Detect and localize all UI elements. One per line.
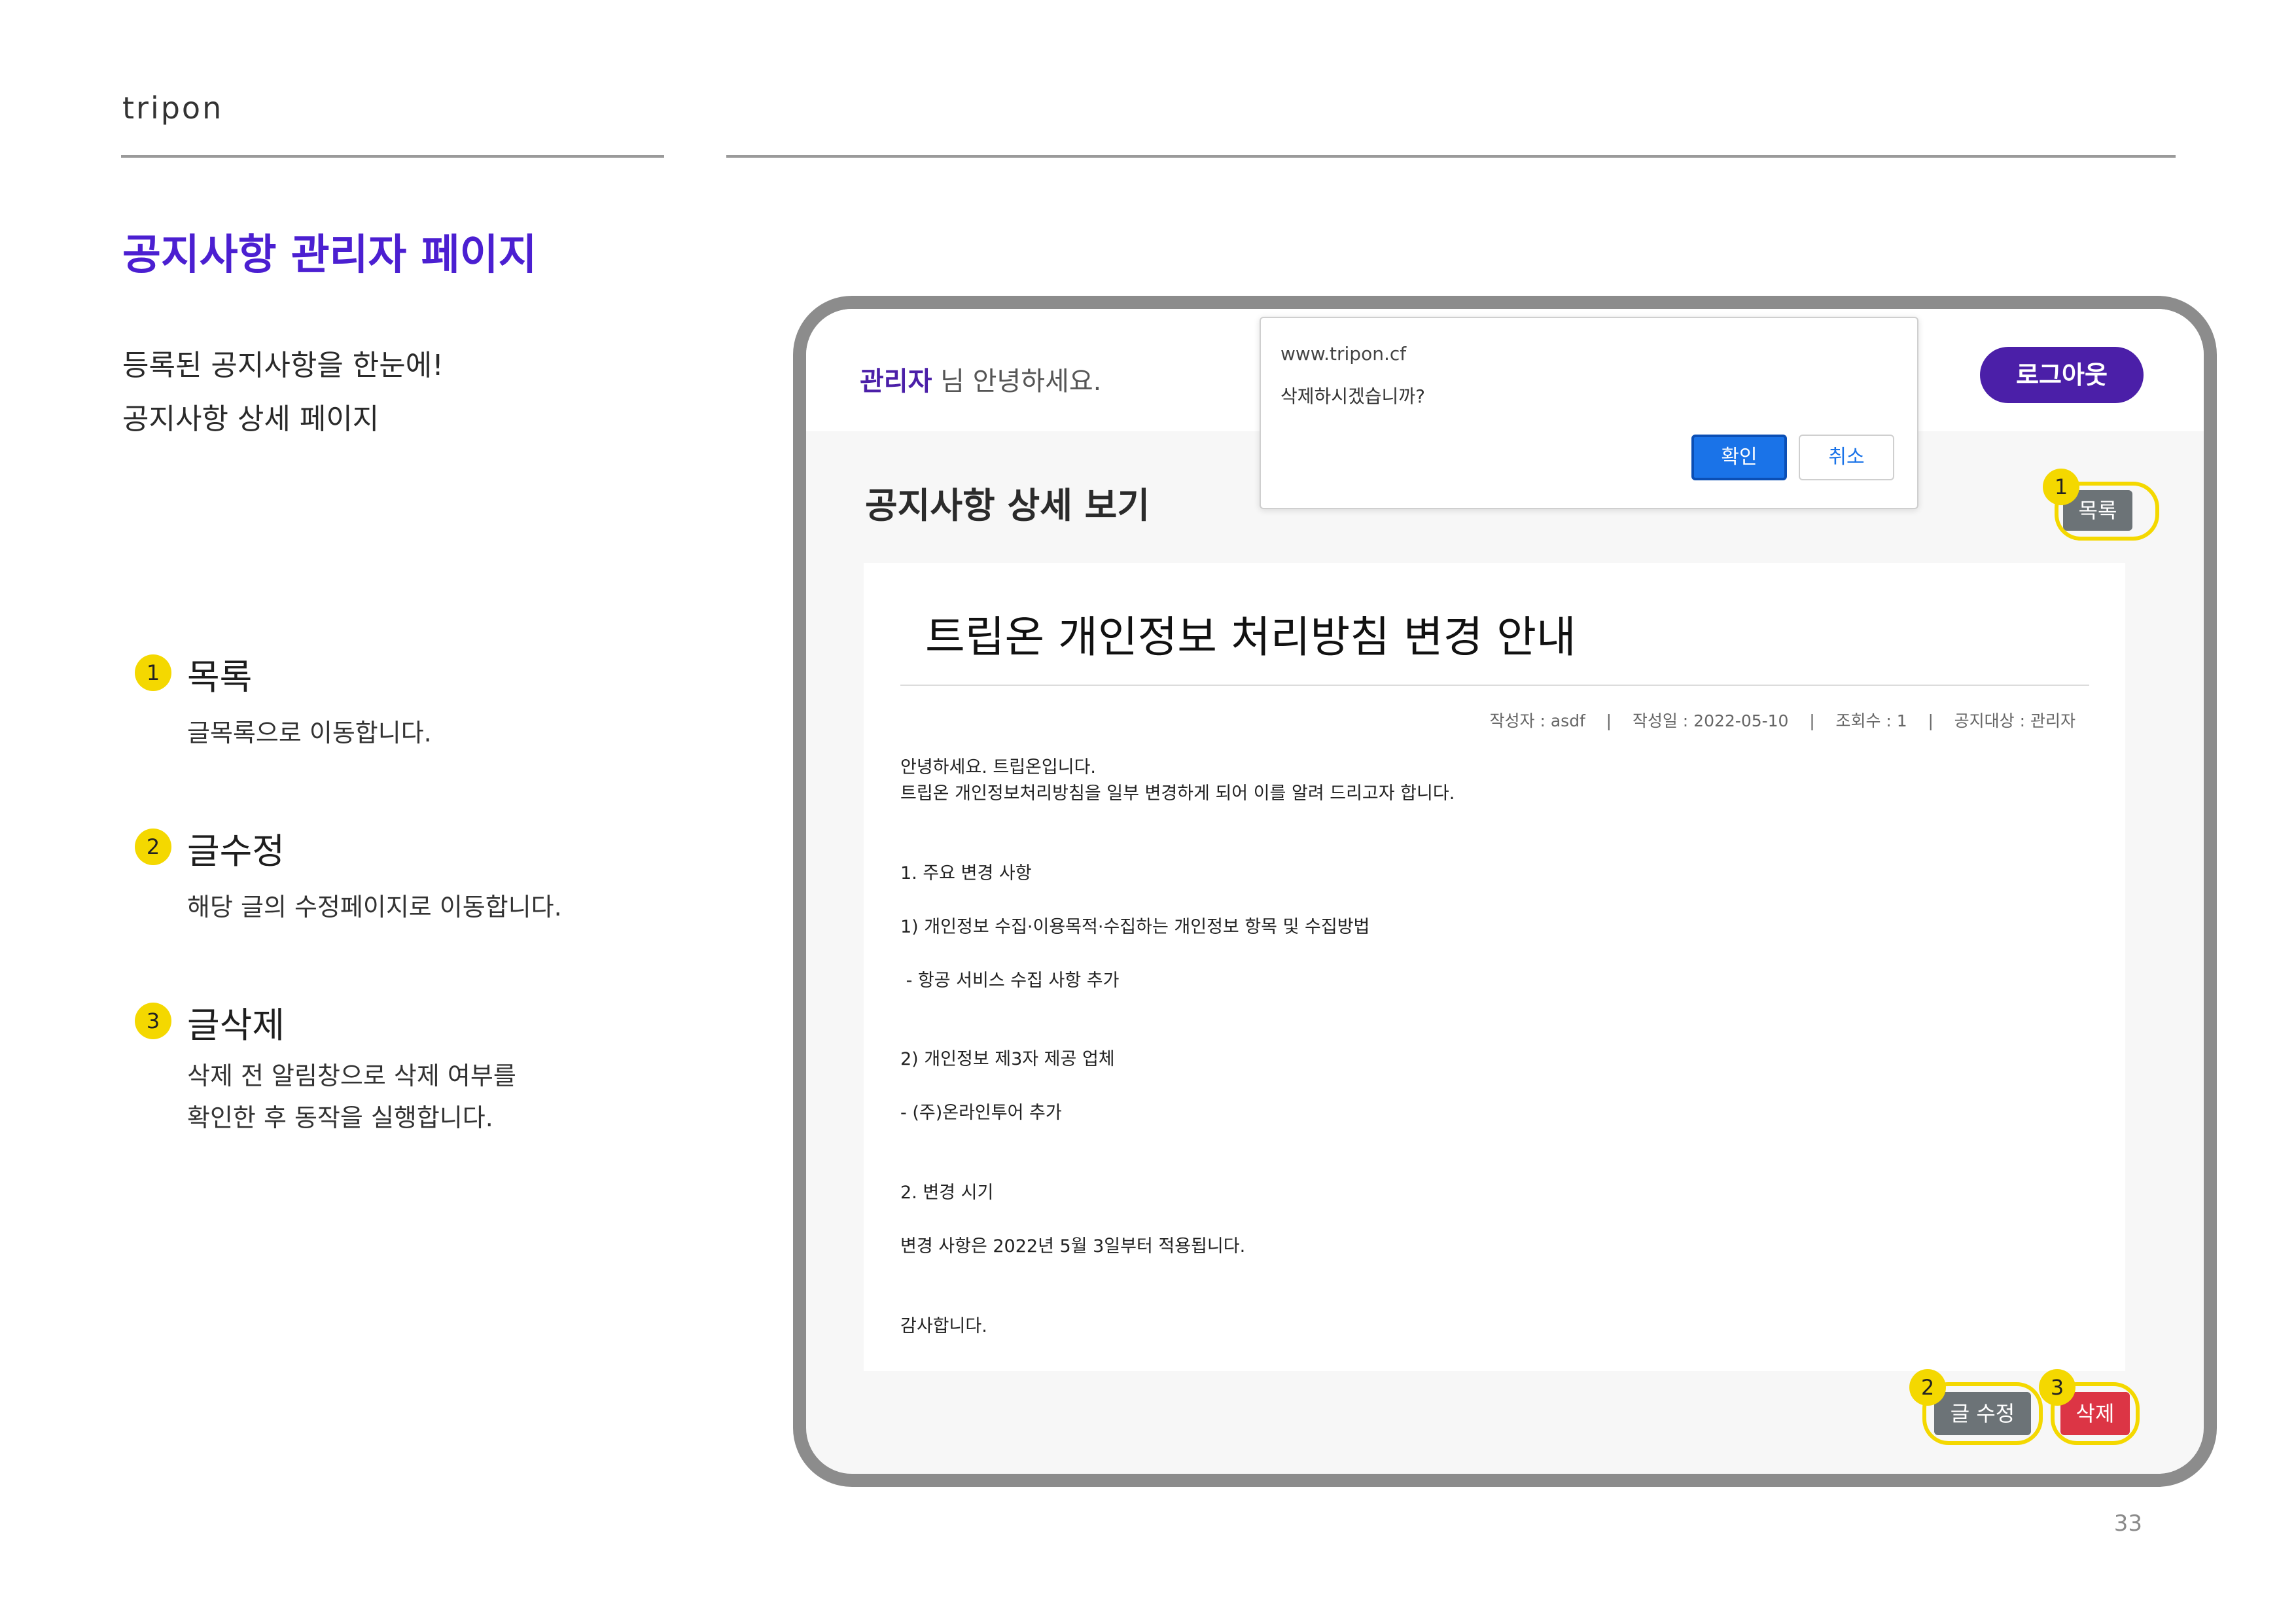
intro-line: 공지사항 상세 페이지: [122, 402, 380, 436]
post-body-line: 2) 개인정보 제3자 제공 업체: [900, 1049, 1115, 1069]
step-number-badge: 2: [135, 829, 171, 865]
post-title: 트립온 개인정보 처리방침 변경 안내: [925, 612, 1576, 662]
step-description-line: 삭제 전 알림창으로 삭제 여부를: [187, 1061, 516, 1090]
step-title: 글삭제: [187, 1005, 285, 1046]
step-description-line: 확인한 후 동작을 실행합니다.: [187, 1103, 493, 1132]
post-body-line: 트립온 개인정보처리방침을 일부 변경하게 되어 이를 알려 드리고자 합니다.: [900, 783, 1455, 804]
step-number-badge: 1: [135, 654, 171, 691]
step-description: 해당 글의 수정페이지로 이동합니다.: [187, 893, 562, 921]
dialog-message: 삭제하시겠습니까?: [1280, 385, 1425, 407]
post-body-line: 안녕하세요. 트립온입니다.: [900, 757, 1096, 777]
post-body-line: 1) 개인정보 수집·이용목적·수집하는 개인정보 항목 및 수집방법: [900, 917, 1370, 937]
callout-badge: 2: [1909, 1369, 1946, 1406]
user-name: 관리자: [860, 366, 932, 397]
post-body-line: 감사합니다.: [900, 1316, 987, 1336]
callout-badge: 1: [2043, 469, 2079, 505]
header-divider-right: [726, 155, 2176, 158]
greeting-text: 님 안녕하세요.: [932, 366, 1102, 397]
post-body-line: - (주)온라인투어 추가: [900, 1103, 1062, 1123]
callout-badge: 3: [2039, 1369, 2075, 1406]
confirm-ok-button[interactable]: 확인: [1691, 435, 1787, 480]
step-description: 글목록으로 이동합니다.: [187, 719, 432, 747]
page-number: 33: [2113, 1510, 2142, 1537]
step-description: 삭제 전 알림창으로 삭제 여부를 확인한 후 동작을 실행합니다.: [187, 1055, 516, 1139]
step-title: 글수정: [187, 830, 285, 872]
step-number-badge: 3: [135, 1003, 171, 1039]
post-body-line: 1. 주요 변경 사항: [900, 863, 1032, 883]
logout-button[interactable]: 로그아웃: [1980, 347, 2144, 403]
post-body-line: 변경 사항은 2022년 5월 3일부터 적용됩니다.: [900, 1236, 1246, 1257]
step-title: 목록: [187, 656, 253, 698]
post-divider: [900, 685, 2089, 686]
confirm-dialog: www.tripon.cf 삭제하시겠습니까? 확인 취소: [1260, 317, 1918, 509]
intro-text: 등록된 공지사항을 한눈에! 공지사항 상세 페이지: [122, 339, 444, 446]
page-title: 공지사항 관리자 페이지: [122, 231, 537, 279]
header-divider-left: [121, 155, 664, 158]
intro-line: 등록된 공지사항을 한눈에!: [122, 349, 444, 382]
detail-page-title: 공지사항 상세 보기: [865, 485, 1150, 526]
confirm-cancel-button[interactable]: 취소: [1799, 435, 1894, 480]
post-body-line: - 항공 서비스 수집 사항 추가: [900, 971, 1120, 991]
dialog-host: www.tripon.cf: [1280, 343, 1407, 365]
post-body-line: 2. 변경 시기: [900, 1183, 994, 1203]
brand-logo: tripon: [122, 90, 224, 126]
post-meta: 작성자 : asdf | 작성일 : 2022-05-10 | 조회수 : 1 …: [1489, 711, 2075, 730]
post-card: 트립온 개인정보 처리방침 변경 안내 작성자 : asdf | 작성일 : 2…: [864, 563, 2125, 1371]
greeting: 관리자 님 안녕하세요.: [860, 360, 1101, 398]
